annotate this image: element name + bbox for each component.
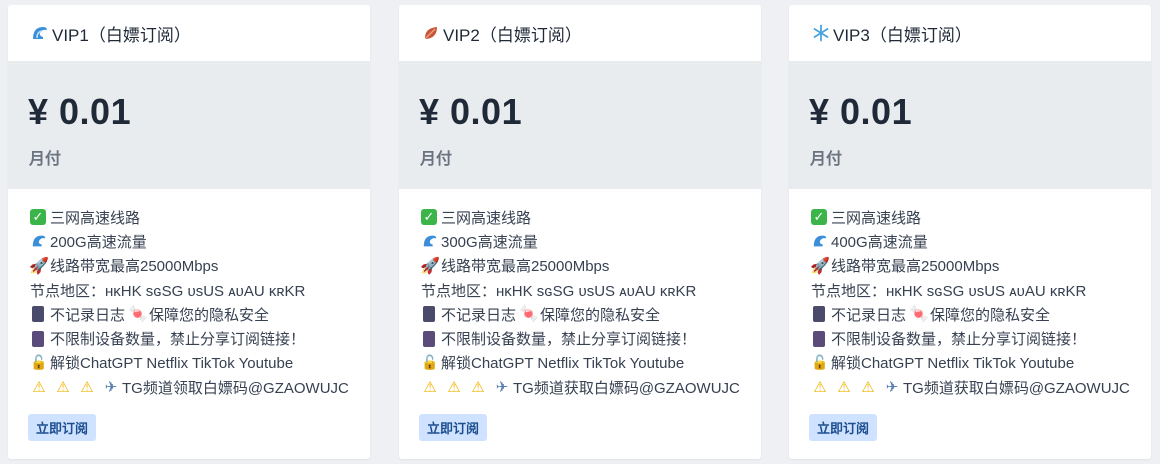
airplane-icon: ✈ bbox=[495, 379, 509, 397]
plan-header: VIP2（白嫖订阅） bbox=[399, 5, 761, 61]
feature-item: 🔓 解锁ChatGPT Netflix TikTok Youtube bbox=[421, 354, 685, 373]
feature-item: 节点地区：ʜᴋHK sɢSG ᴜsUS ᴀᴜAU ᴋʀKR bbox=[811, 282, 1087, 300]
wave-icon bbox=[421, 232, 439, 250]
feature-item: 节点地区：ʜᴋHK sɢSG ᴜsUS ᴀᴜAU ᴋʀKR bbox=[30, 282, 306, 300]
warning-icon: ⚠ bbox=[447, 379, 461, 397]
price-block: ¥ 0.01 月付 bbox=[8, 61, 370, 189]
subscribe-button[interactable]: 立即订阅 bbox=[28, 414, 97, 441]
plan-header: VIP3（白嫖订阅） bbox=[789, 5, 1151, 61]
feature-item: 🚀 线路带宽最高25000Mbps bbox=[420, 257, 610, 276]
subscribe-button[interactable]: 立即订阅 bbox=[419, 414, 488, 441]
warning-icon: ⚠ bbox=[471, 379, 485, 397]
feature-item: ✓ 三网高速线路 bbox=[811, 205, 1151, 229]
plan-title: VIP2（白嫖订阅） bbox=[443, 25, 582, 45]
snowflake-icon bbox=[811, 23, 831, 43]
plan-card-vip1: VIP1（白嫖订阅） ¥ 0.01 月付 ✓ 三网高速线路 200G高速流量 🚀 线… bbox=[8, 5, 370, 459]
feature-list: ✓ 三网高速线路 400G高速流量 🚀 线路带宽最高25000Mbps 节点地区：ʜ… bbox=[789, 189, 1151, 399]
feature-item: 不记录日志 🍬 保障您的隐私安全 bbox=[811, 302, 1151, 326]
device-icon bbox=[813, 330, 825, 347]
feature-item: ✓ 三网高速线路 bbox=[421, 205, 761, 229]
rocket-icon: 🚀 bbox=[810, 257, 830, 275]
plan-price: ¥ 0.01 bbox=[28, 91, 132, 132]
feature-item: ⚠ ⚠ ⚠ ✈ TG频道获取白嫖码@GZAOWUJC bbox=[421, 375, 761, 399]
check-icon: ✓ bbox=[30, 209, 46, 226]
leaf-icon bbox=[421, 23, 441, 43]
plan-price: ¥ 0.01 bbox=[419, 91, 523, 132]
plan-card-vip2: VIP2（白嫖订阅） ¥ 0.01 月付 ✓ 三网高速线路 300G高速流量 🚀 线… bbox=[399, 5, 761, 459]
plan-card-vip3: VIP3（白嫖订阅） ¥ 0.01 月付 ✓ 三网高速线路 400G高速流量 🚀 线… bbox=[789, 5, 1151, 459]
notebook-icon bbox=[813, 306, 825, 323]
feature-item: 400G高速流量 bbox=[811, 229, 1151, 253]
warning-icon: ⚠ bbox=[32, 379, 46, 397]
price-block: ¥ 0.01 月付 bbox=[399, 61, 761, 189]
plan-period: 月付 bbox=[420, 151, 453, 168]
unlock-icon: 🔓 bbox=[421, 354, 439, 371]
feature-item: 节点地区：ʜᴋHK sɢSG ᴜsUS ᴀᴜAU ᴋʀKR bbox=[421, 282, 697, 300]
wave-icon bbox=[30, 23, 50, 43]
plan-title: VIP1（白嫖订阅） bbox=[52, 25, 191, 45]
airplane-icon: ✈ bbox=[104, 379, 118, 397]
feature-item: 🚀 线路带宽最高25000Mbps bbox=[810, 257, 1000, 276]
check-icon: ✓ bbox=[421, 209, 437, 226]
warning-icon: ⚠ bbox=[861, 379, 875, 397]
feature-item: 不限制设备数量，禁止分享订阅链接！ bbox=[811, 326, 1151, 350]
warning-icon: ⚠ bbox=[56, 379, 70, 397]
rocket-icon: 🚀 bbox=[29, 257, 49, 275]
feature-item: 不记录日志 🍬 保障您的隐私安全 bbox=[421, 302, 761, 326]
notebook-icon bbox=[423, 306, 435, 323]
warning-icon: ⚠ bbox=[80, 379, 94, 397]
rocket-icon: 🚀 bbox=[420, 257, 440, 275]
device-icon bbox=[423, 330, 435, 347]
feature-item: 🚀 线路带宽最高25000Mbps bbox=[29, 257, 219, 276]
warning-icon: ⚠ bbox=[837, 379, 851, 397]
unlock-icon: 🔓 bbox=[811, 354, 829, 371]
plan-period: 月付 bbox=[810, 151, 843, 168]
plan-price: ¥ 0.01 bbox=[809, 91, 913, 132]
pricing-page: VIP1（白嫖订阅） ¥ 0.01 月付 ✓ 三网高速线路 200G高速流量 🚀 线… bbox=[0, 0, 1160, 464]
feature-item: 200G高速流量 bbox=[30, 229, 370, 253]
feature-item: 300G高速流量 bbox=[421, 229, 761, 253]
feature-item: ⚠ ⚠ ⚠ ✈ TG频道领取白嫖码@GZAOWUJC bbox=[30, 375, 370, 399]
device-icon bbox=[32, 330, 44, 347]
feature-item: 不限制设备数量，禁止分享订阅链接！ bbox=[30, 326, 370, 350]
plan-period: 月付 bbox=[29, 151, 62, 168]
unlock-icon: 🔓 bbox=[30, 354, 48, 371]
warning-icon: ⚠ bbox=[813, 379, 827, 397]
candy-icon: 🍬 bbox=[519, 306, 539, 324]
plan-header: VIP1（白嫖订阅） bbox=[8, 5, 370, 61]
feature-item: 🔓 解锁ChatGPT Netflix TikTok Youtube bbox=[30, 354, 294, 373]
feature-list: ✓ 三网高速线路 200G高速流量 🚀 线路带宽最高25000Mbps 节点地区：ʜ… bbox=[8, 189, 370, 399]
airplane-icon: ✈ bbox=[885, 379, 899, 397]
feature-item: ⚠ ⚠ ⚠ ✈ TG频道获取白嫖码@GZAOWUJC bbox=[811, 375, 1151, 399]
candy-icon: 🍬 bbox=[128, 306, 148, 324]
notebook-icon bbox=[32, 306, 44, 323]
price-block: ¥ 0.01 月付 bbox=[789, 61, 1151, 189]
feature-item: ✓ 三网高速线路 bbox=[30, 205, 370, 229]
wave-icon bbox=[30, 232, 48, 250]
candy-icon: 🍬 bbox=[909, 306, 929, 324]
check-icon: ✓ bbox=[811, 209, 827, 226]
warning-icon: ⚠ bbox=[423, 379, 437, 397]
wave-icon bbox=[811, 232, 829, 250]
feature-item: 不记录日志 🍬 保障您的隐私安全 bbox=[30, 302, 370, 326]
plan-title: VIP3（白嫖订阅） bbox=[833, 25, 972, 45]
subscribe-button[interactable]: 立即订阅 bbox=[809, 414, 878, 441]
feature-list: ✓ 三网高速线路 300G高速流量 🚀 线路带宽最高25000Mbps 节点地区：ʜ… bbox=[399, 189, 761, 399]
feature-item: 🔓 解锁ChatGPT Netflix TikTok Youtube bbox=[811, 354, 1075, 373]
feature-item: 不限制设备数量，禁止分享订阅链接！ bbox=[421, 326, 761, 350]
